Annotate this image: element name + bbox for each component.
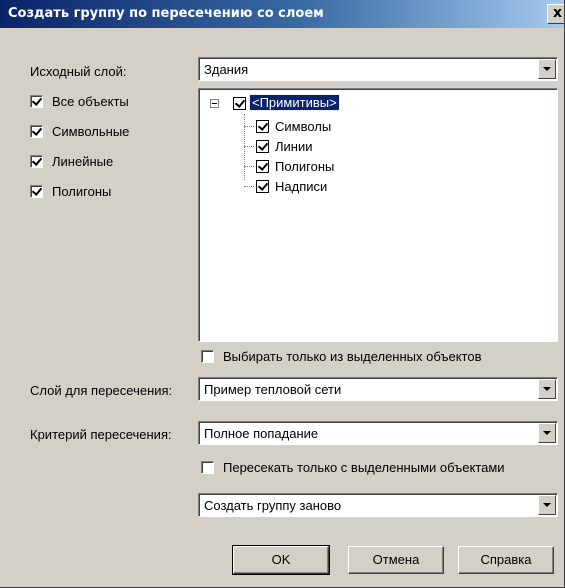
intersect-criteria-dropdown-arrow-icon[interactable]: [538, 423, 556, 443]
close-icon: x: [553, 5, 563, 21]
tree-root-checkbox[interactable]: [233, 97, 246, 110]
dialog-window: Создать группу по пересечению со слоем x…: [0, 0, 565, 588]
tree-item-checkbox[interactable]: [256, 180, 269, 193]
checkbox-symbolic-label: Символьные: [52, 124, 130, 139]
dialog-title: Создать группу по пересечению со слоем: [8, 6, 324, 21]
title-bar[interactable]: Создать группу по пересечению со слоем x: [0, 0, 564, 28]
checkbox-polygons-label: Полигоны: [52, 184, 112, 199]
close-button[interactable]: x: [547, 4, 564, 24]
checkbox-select-only-selected-label: Выбирать только из выделенных объектов: [223, 349, 482, 364]
checkbox-linear-label: Линейные: [52, 154, 114, 169]
source-layer-value: Здания: [204, 62, 249, 77]
checkbox-icon[interactable]: [30, 125, 43, 138]
ok-button[interactable]: OK: [232, 545, 330, 575]
primitives-tree[interactable]: <Примитивы> Символы Линии Полигоны Надпи…: [198, 88, 558, 342]
checkbox-icon[interactable]: [30, 95, 43, 108]
checkbox-intersect-only-selected-label: Пересекать только с выделенными объектам…: [223, 460, 505, 475]
tree-item-checkbox[interactable]: [256, 140, 269, 153]
source-layer-label: Исходный слой:: [30, 64, 127, 79]
intersect-criteria-value: Полное попадание: [204, 426, 319, 441]
source-layer-select[interactable]: Здания: [198, 57, 558, 81]
tree-connector: [244, 166, 254, 167]
checkbox-icon[interactable]: [201, 350, 214, 363]
tree-root-label[interactable]: <Примитивы>: [249, 94, 340, 111]
intersect-layer-select[interactable]: Пример тепловой сети: [198, 377, 558, 401]
help-button[interactable]: Справка: [458, 546, 554, 574]
collapse-icon[interactable]: [210, 99, 219, 108]
tree-item-symbols[interactable]: Символы: [275, 119, 331, 134]
intersect-layer-dropdown-arrow-icon[interactable]: [538, 379, 556, 399]
tree-connector: [244, 114, 245, 180]
checkbox-all-objects-label: Все объекты: [52, 94, 129, 109]
tree-connector: [244, 126, 254, 127]
tree-item-labels[interactable]: Надписи: [275, 179, 327, 194]
checkbox-icon[interactable]: [30, 185, 43, 198]
source-layer-dropdown-arrow-icon[interactable]: [538, 59, 556, 79]
tree-item-lines[interactable]: Линии: [275, 139, 313, 154]
tree-item-checkbox[interactable]: [256, 120, 269, 133]
checkbox-icon[interactable]: [30, 155, 43, 168]
intersect-criteria-select[interactable]: Полное попадание: [198, 421, 558, 445]
intersect-layer-value: Пример тепловой сети: [204, 382, 342, 397]
tree-connector: [244, 146, 254, 147]
group-mode-dropdown-arrow-icon[interactable]: [538, 495, 556, 515]
intersect-layer-label: Слой для пересечения:: [30, 383, 173, 398]
tree-connector: [244, 186, 254, 187]
group-mode-select[interactable]: Создать группу заново: [198, 493, 558, 517]
tree-item-checkbox[interactable]: [256, 160, 269, 173]
cancel-button[interactable]: Отмена: [348, 546, 444, 574]
intersect-criteria-label: Критерий пересечения:: [30, 427, 172, 442]
group-mode-value: Создать группу заново: [204, 498, 342, 513]
checkbox-icon[interactable]: [201, 461, 214, 474]
tree-item-polygons[interactable]: Полигоны: [275, 159, 334, 174]
